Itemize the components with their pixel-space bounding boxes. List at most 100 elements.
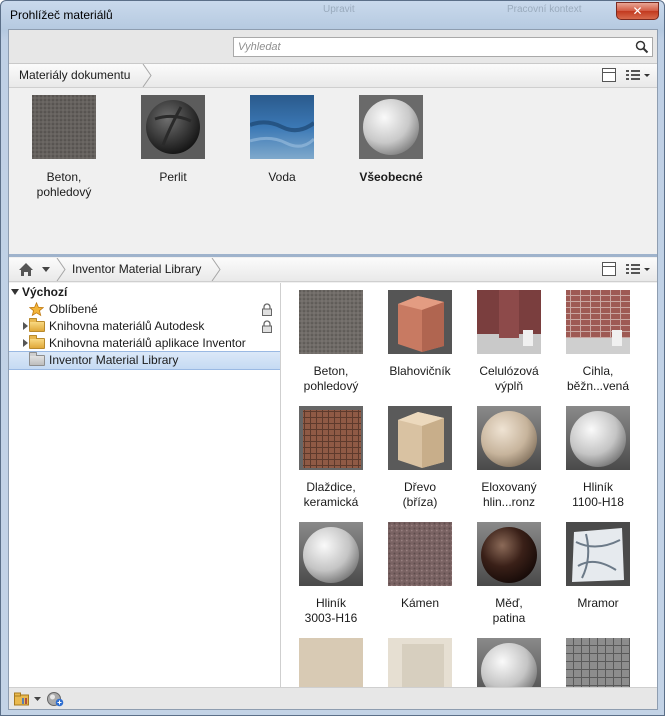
concrete-cube-icon — [299, 290, 363, 354]
stone-cube-icon — [388, 522, 452, 586]
material-label: Cihla, běžn...vená — [566, 364, 630, 393]
material-tile[interactable]: Eloxovaný hlin...ronz — [466, 406, 552, 510]
material-label: Všeobecné — [359, 170, 423, 184]
birch-cube-icon — [388, 406, 452, 470]
material-label: Hliník 1100-H18 — [572, 480, 624, 509]
search-box[interactable] — [233, 37, 653, 57]
material-tile[interactable] — [555, 638, 641, 687]
tree-item-favorites[interactable]: Oblíbené — [9, 301, 280, 318]
background-text: Upravit — [323, 4, 355, 15]
material-label: Beton, pohledový — [36, 170, 92, 199]
material-label: Kámen — [400, 596, 440, 610]
cellulose-room-icon — [477, 290, 541, 354]
plaster-room-icon — [388, 638, 452, 687]
library-breadcrumb-bar: Inventor Material Library — [9, 258, 657, 282]
material-tile[interactable]: Dlaždice, keramická — [288, 406, 374, 510]
search-input[interactable] — [234, 38, 624, 56]
material-label: Mramor — [577, 596, 619, 610]
material-label: Blahovičník — [389, 364, 451, 378]
water-swatch-icon — [249, 95, 316, 159]
material-tile[interactable]: Perlit — [128, 95, 218, 185]
material-tile[interactable]: Měď, patina — [466, 522, 552, 626]
expand-icon[interactable] — [23, 339, 28, 347]
list-options-icon[interactable] — [625, 68, 651, 83]
title-bar[interactable]: Prohlížeč materiálů Upravit Pracovní kon… — [1, 1, 664, 27]
marble-cube-icon — [566, 522, 630, 586]
list-options-icon[interactable] — [625, 262, 651, 277]
panel-splitter[interactable] — [9, 254, 657, 257]
white-sphere-icon — [477, 638, 541, 687]
tree-item-default[interactable]: Výchozí — [9, 284, 280, 301]
material-tile[interactable]: Hliník 1100-H18 — [555, 406, 641, 510]
material-label: Dřevo (bříza) — [402, 480, 438, 509]
breadcrumb-document-materials[interactable]: Materiály dokumentu — [9, 64, 146, 87]
material-tile[interactable] — [288, 638, 374, 687]
thumbnail-view-icon[interactable] — [602, 68, 616, 82]
concrete-cube-icon — [32, 95, 96, 159]
material-tile[interactable] — [466, 638, 552, 687]
folder-icon — [29, 335, 45, 349]
tree-item-autodesk-library[interactable]: Knihovna materiálů Autodesk — [9, 318, 280, 335]
tree-item-label: Knihovna materiálů aplikace Inventor — [49, 336, 246, 350]
material-label: Dlaždice, keramická — [303, 480, 359, 509]
chevron-down-icon[interactable] — [34, 697, 41, 702]
material-tile[interactable]: Beton, pohledový — [19, 95, 109, 200]
aluminum-sphere-icon — [566, 406, 630, 470]
breadcrumb-library[interactable]: Inventor Material Library — [63, 258, 217, 281]
folder-icon — [29, 318, 45, 332]
create-material-icon[interactable] — [47, 691, 64, 707]
material-tile[interactable] — [377, 638, 463, 687]
browser-client-area: Materiály dokumentu Beton, pohledový — [8, 29, 658, 710]
material-label: Perlit — [159, 170, 187, 184]
material-tile[interactable]: Dřevo (bříza) — [377, 406, 463, 510]
material-tile[interactable]: Kámen — [377, 522, 463, 611]
material-tile[interactable]: Cihla, běžn...vená — [555, 290, 641, 394]
material-tile[interactable]: Všeobecné — [346, 95, 436, 185]
tree-item-inventor-material-library[interactable]: Inventor Material Library — [9, 351, 280, 370]
bottom-toolbar — [9, 687, 657, 709]
library-materials-grid: Beton, pohledový Blahovičník Celulózová … — [281, 283, 657, 687]
generic-sphere-icon — [359, 95, 423, 159]
expand-icon[interactable] — [23, 322, 28, 330]
material-tile[interactable]: Celulózová výplň — [466, 290, 552, 394]
material-browser-window: Prohlížeč materiálů Upravit Pracovní kon… — [0, 0, 665, 716]
lock-icon — [262, 303, 272, 316]
tree-item-label: Oblíbené — [49, 302, 98, 316]
material-tile[interactable]: Voda — [237, 95, 327, 185]
material-tile[interactable]: Blahovičník — [377, 290, 463, 379]
material-tile[interactable]: Mramor — [555, 522, 641, 611]
tree-item-label: Inventor Material Library — [49, 353, 179, 367]
search-icon[interactable] — [635, 40, 649, 54]
search-bar — [9, 30, 657, 64]
expand-icon[interactable] — [11, 289, 19, 295]
library-tree: Výchozí Oblíbené Knihovna materiálů Auto… — [9, 283, 281, 687]
material-tile[interactable]: Hliník 3003-H16 — [288, 522, 374, 626]
close-button[interactable]: ✕ — [616, 2, 659, 20]
lock-icon — [262, 320, 272, 333]
document-materials-panel: Beton, pohledový Perlit Voda Všeobecné — [9, 89, 657, 254]
tree-item-label: Výchozí — [22, 285, 68, 299]
library-folder-icon[interactable] — [14, 692, 32, 706]
home-icon[interactable] — [18, 262, 34, 277]
breadcrumb-separator-icon — [142, 64, 152, 87]
grid-cube-icon — [566, 638, 630, 687]
aluminum-sphere-2-icon — [299, 522, 363, 586]
material-label: Eloxovaný hlin...ronz — [481, 480, 537, 509]
anodized-sphere-icon — [477, 406, 541, 470]
thumbnail-view-icon[interactable] — [602, 262, 616, 276]
material-label: Voda — [268, 170, 296, 184]
sand-cube-icon — [299, 638, 363, 687]
material-tile[interactable]: Beton, pohledový — [288, 290, 374, 394]
window-title: Prohlížeč materiálů — [10, 8, 113, 22]
tree-item-label: Knihovna materiálů Autodesk — [49, 319, 205, 333]
background-text: Pracovní kontext — [507, 4, 582, 15]
material-label: Hliník 3003-H16 — [304, 596, 358, 625]
material-label: Měď, patina — [492, 596, 526, 625]
document-breadcrumb-bar: Materiály dokumentu — [9, 64, 657, 88]
copper-sphere-icon — [477, 522, 541, 586]
tile-cube-icon — [299, 406, 363, 470]
tree-item-inventor-app-library[interactable]: Knihovna materiálů aplikace Inventor — [9, 335, 280, 352]
material-label: Celulózová výplň — [479, 364, 539, 393]
chevron-down-icon[interactable] — [42, 267, 50, 273]
star-icon — [29, 302, 44, 317]
